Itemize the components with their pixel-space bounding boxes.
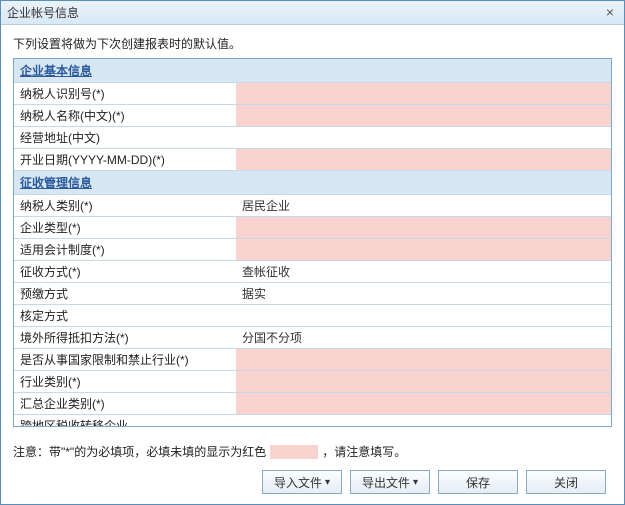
value-taxpayer-type[interactable]: 居民企业 — [236, 195, 611, 217]
value-prepay-method[interactable]: 据实 — [236, 283, 611, 305]
button-row: 导入文件▾ 导出文件▾ 保存 关闭 — [13, 470, 612, 494]
row-accounting: 适用会计制度(*) — [14, 239, 611, 261]
label-cross-region: 跨地区税收转移企业 — [14, 415, 236, 428]
label-business-addr: 经营地址(中文) — [14, 127, 236, 149]
section-collect[interactable]: 征收管理信息 — [14, 171, 611, 195]
value-cross-region[interactable] — [236, 415, 611, 428]
section-basic-label: 企业基本信息 — [14, 59, 611, 83]
export-button[interactable]: 导出文件▾ — [350, 470, 430, 494]
label-restricted: 是否从事国家限制和禁止行业(*) — [14, 349, 236, 371]
row-business-addr: 经营地址(中文) — [14, 127, 611, 149]
label-open-date: 开业日期(YYYY-MM-DD)(*) — [14, 149, 236, 171]
value-accounting[interactable] — [236, 239, 611, 261]
note-prefix: 注意：带"*"的为必填项，必填未填的显示为红色 — [13, 443, 266, 460]
close-label: 关闭 — [554, 474, 578, 491]
footer: 注意：带"*"的为必填项，必填未填的显示为红色 ，请注意填写。 导入文件▾ 导出… — [13, 427, 612, 496]
value-open-date[interactable] — [236, 149, 611, 171]
save-button[interactable]: 保存 — [438, 470, 518, 494]
chevron-down-icon: ▾ — [413, 477, 418, 488]
note-suffix: ，请注意填写。 — [322, 443, 406, 460]
row-taxpayer-name: 纳税人名称(中文)(*) — [14, 105, 611, 127]
section-basic[interactable]: 企业基本信息 — [14, 59, 611, 83]
label-accounting: 适用会计制度(*) — [14, 239, 236, 261]
row-prepay-method: 预缴方式据实 — [14, 283, 611, 305]
chevron-down-icon: ▾ — [325, 477, 330, 488]
content-area: 下列设置将做为下次创建报表时的默认值。 企业基本信息 纳税人识别号(*) 纳税人… — [1, 25, 624, 504]
value-restricted[interactable] — [236, 349, 611, 371]
row-taxpayer-id: 纳税人识别号(*) — [14, 83, 611, 105]
row-restricted: 是否从事国家限制和禁止行业(*) — [14, 349, 611, 371]
label-taxpayer-id: 纳税人识别号(*) — [14, 83, 236, 105]
row-open-date: 开业日期(YYYY-MM-DD)(*) — [14, 149, 611, 171]
row-summary-type: 汇总企业类别(*) — [14, 393, 611, 415]
form-table-wrap: 企业基本信息 纳税人识别号(*) 纳税人名称(中文)(*) 经营地址(中文) 开… — [13, 58, 612, 427]
export-label: 导出文件 — [362, 474, 410, 491]
label-industry: 行业类别(*) — [14, 371, 236, 393]
hint-text: 下列设置将做为下次创建报表时的默认值。 — [13, 35, 612, 52]
value-verify-method[interactable] — [236, 305, 611, 327]
import-label: 导入文件 — [274, 474, 322, 491]
row-taxpayer-type: 纳税人类别(*)居民企业 — [14, 195, 611, 217]
required-color-swatch — [270, 445, 318, 459]
value-taxpayer-id[interactable] — [236, 83, 611, 105]
value-taxpayer-name[interactable] — [236, 105, 611, 127]
row-collect-method: 征收方式(*)查帐征收 — [14, 261, 611, 283]
section-collect-label: 征收管理信息 — [14, 171, 611, 195]
value-summary-type[interactable] — [236, 393, 611, 415]
value-industry[interactable] — [236, 371, 611, 393]
value-enterprise-type[interactable] — [236, 217, 611, 239]
note-row: 注意：带"*"的为必填项，必填未填的显示为红色 ，请注意填写。 — [13, 443, 612, 460]
row-overseas: 境外所得抵扣方法(*)分国不分项 — [14, 327, 611, 349]
label-verify-method: 核定方式 — [14, 305, 236, 327]
titlebar: 企业帐号信息 × — [1, 1, 624, 25]
close-button[interactable]: 关闭 — [526, 470, 606, 494]
value-overseas[interactable]: 分国不分项 — [236, 327, 611, 349]
dialog-window: 企业帐号信息 × 下列设置将做为下次创建报表时的默认值。 企业基本信息 纳税人识… — [0, 0, 625, 505]
value-business-addr[interactable] — [236, 127, 611, 149]
save-label: 保存 — [466, 474, 490, 491]
row-cross-region: 跨地区税收转移企业 — [14, 415, 611, 428]
label-taxpayer-type: 纳税人类别(*) — [14, 195, 236, 217]
label-summary-type: 汇总企业类别(*) — [14, 393, 236, 415]
label-taxpayer-name: 纳税人名称(中文)(*) — [14, 105, 236, 127]
label-prepay-method: 预缴方式 — [14, 283, 236, 305]
window-title: 企业帐号信息 — [7, 4, 602, 21]
row-industry: 行业类别(*) — [14, 371, 611, 393]
label-enterprise-type: 企业类型(*) — [14, 217, 236, 239]
close-icon[interactable]: × — [602, 5, 618, 21]
form-table: 企业基本信息 纳税人识别号(*) 纳税人名称(中文)(*) 经营地址(中文) 开… — [14, 59, 611, 427]
value-collect-method[interactable]: 查帐征收 — [236, 261, 611, 283]
import-button[interactable]: 导入文件▾ — [262, 470, 342, 494]
row-enterprise-type: 企业类型(*) — [14, 217, 611, 239]
row-verify-method: 核定方式 — [14, 305, 611, 327]
label-overseas: 境外所得抵扣方法(*) — [14, 327, 236, 349]
label-collect-method: 征收方式(*) — [14, 261, 236, 283]
